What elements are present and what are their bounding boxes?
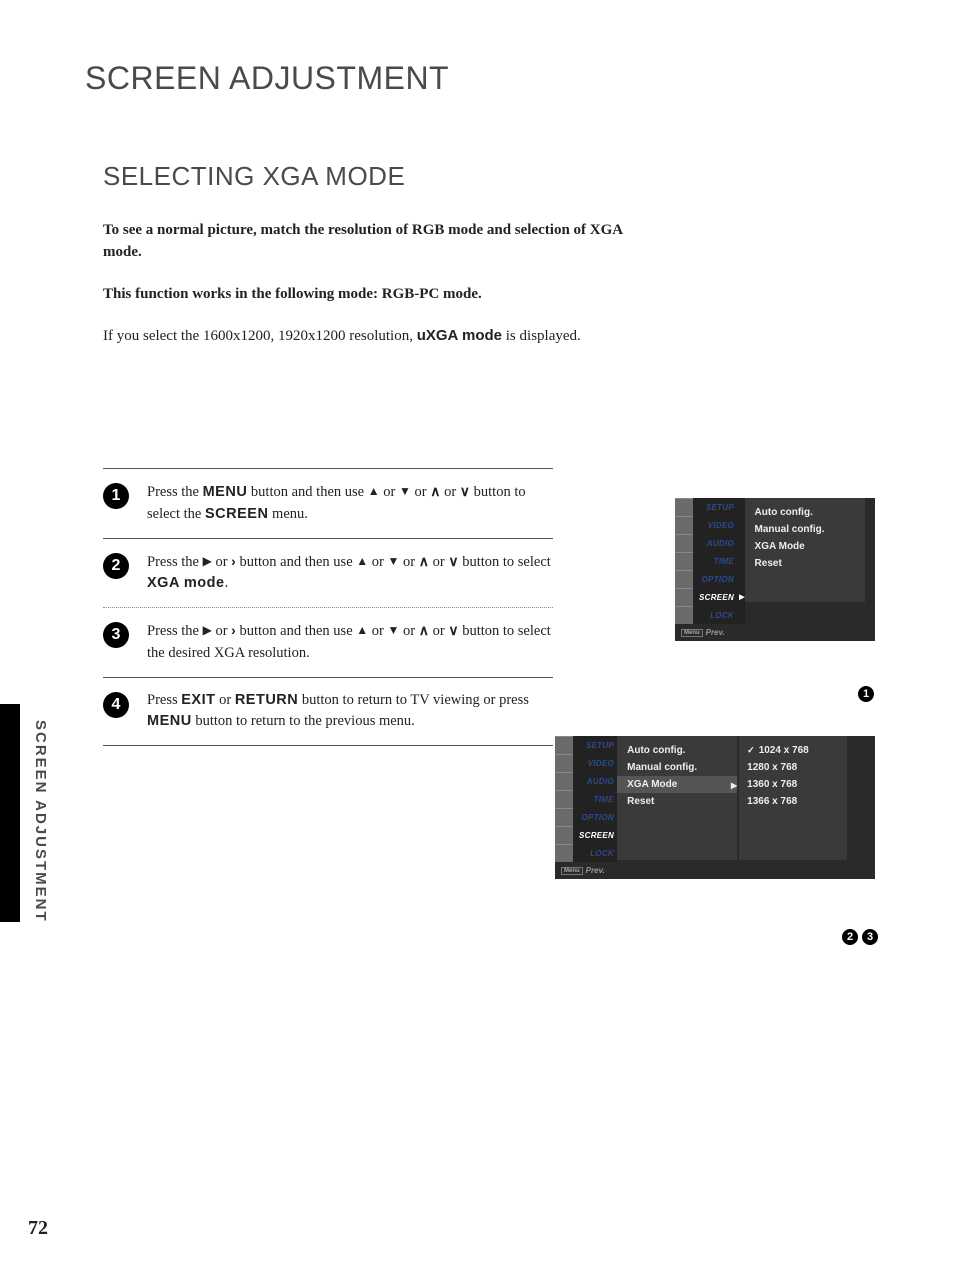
prev-label: Prev.: [586, 866, 605, 875]
intro-p1: To see a normal picture, match the resol…: [103, 220, 623, 264]
chevron-down-icon: ∨: [460, 483, 470, 499]
step-1-number: 1: [103, 483, 129, 509]
osd2-res-1360: 1360 x 768: [747, 776, 837, 793]
side-label: SCREEN ADJUSTMENT: [32, 720, 49, 923]
step-1: 1 Press the MENU button and then use ▲ o…: [103, 469, 553, 539]
osd2-tab-screen: SCREEN: [555, 826, 617, 844]
intro-block: To see a normal picture, match the resol…: [103, 220, 623, 348]
intro-p2: This function works in the following mod…: [103, 284, 623, 306]
osd1-tab-screen: SCREEN▶: [675, 588, 745, 606]
step-4-text: Press EXIT or RETURN button to return to…: [147, 690, 553, 734]
step-2: 2 Press the ▶ or › button and then use ▲…: [103, 539, 553, 609]
osd1-item-xga: XGA Mode: [755, 538, 855, 555]
right-triangle-icon: ▶: [203, 554, 212, 568]
osd2-reference: 23: [842, 927, 882, 945]
osd2-res-1366: 1366 x 768: [747, 793, 837, 810]
chevron-up-icon: ∧: [419, 622, 429, 638]
option-icon: [675, 570, 693, 588]
side-black-tab: [0, 704, 20, 922]
down-triangle-icon: ▼: [388, 623, 400, 637]
video-icon: [555, 754, 573, 772]
page-title: SCREEN ADJUSTMENT: [85, 60, 875, 97]
steps-list: 1 Press the MENU button and then use ▲ o…: [103, 469, 553, 746]
osd1-item-auto: Auto config.: [755, 504, 855, 521]
up-triangle-icon: ▲: [356, 623, 368, 637]
step-2-number: 2: [103, 553, 129, 579]
audio-icon: [675, 534, 693, 552]
osd1-reference: 1: [858, 684, 874, 702]
page-subtitle: SELECTING XGA MODE: [103, 161, 875, 192]
page-number: 72: [28, 1217, 48, 1240]
menu-box-label: Menu: [681, 629, 703, 637]
right-triangle-icon: ▶: [731, 781, 737, 790]
osd1-tab-audio: AUDIO: [675, 534, 745, 552]
prev-label: Prev.: [706, 628, 725, 637]
up-triangle-icon: ▲: [368, 484, 380, 498]
menu-box-label: Menu: [561, 867, 583, 875]
intro-p3b: uXGA mode: [417, 327, 502, 344]
down-triangle-icon: ▼: [399, 484, 411, 498]
osd2-res-1024: ✓1024 x 768: [747, 742, 837, 759]
up-triangle-icon: ▲: [356, 554, 368, 568]
osd2-item-reset: Reset: [627, 793, 727, 810]
page-content: SCREEN ADJUSTMENT SELECTING XGA MODE To …: [85, 60, 875, 746]
osd2-resolution-options: ✓1024 x 768 1280 x 768 1360 x 768 1366 x…: [737, 736, 847, 860]
osd1-tab-video: VIDEO: [675, 516, 745, 534]
video-icon: [675, 516, 693, 534]
intro-p3c: is displayed.: [502, 328, 581, 344]
audio-icon: [555, 772, 573, 790]
lock-icon: [555, 844, 573, 862]
osd1-item-reset: Reset: [755, 555, 855, 572]
chevron-down-icon: ∨: [448, 553, 458, 569]
osd2-tab-option: OPTION: [555, 808, 617, 826]
osd2-tab-setup: SETUP: [555, 736, 617, 754]
osd2-res-1280: 1280 x 768: [747, 759, 837, 776]
intro-p3: If you select the 1600x1200, 1920x1200 r…: [103, 325, 623, 348]
setup-icon: [555, 736, 573, 754]
chevron-down-icon: ∨: [448, 622, 458, 638]
down-triangle-icon: ▼: [388, 554, 400, 568]
option-icon: [555, 808, 573, 826]
screen-icon: [555, 826, 573, 844]
osd1-tab-option: OPTION: [675, 570, 745, 588]
osd2-tab-lock: LOCK: [555, 844, 617, 862]
time-icon: [555, 790, 573, 808]
osd2-prev-bar: MenuPrev.: [555, 862, 875, 879]
osd1-prev-bar: MenuPrev.: [675, 624, 875, 641]
osd2-tab-video: VIDEO: [555, 754, 617, 772]
step-2-text: Press the ▶ or › button and then use ▲ o…: [147, 551, 553, 596]
osd2-tabs: SETUP VIDEO AUDIO TIME OPTION SCREEN LOC…: [555, 736, 617, 862]
chevron-up-icon: ∧: [430, 483, 440, 499]
osd2-submenu: Auto config. Manual config. XGA Mode▶ Re…: [617, 736, 737, 860]
osd1-tabs: SETUP VIDEO AUDIO TIME OPTION SCREEN▶ LO…: [675, 498, 745, 624]
osd1-item-manual: Manual config.: [755, 521, 855, 538]
osd1-tab-time: TIME: [675, 552, 745, 570]
osd2-item-auto: Auto config.: [627, 742, 727, 759]
screen-icon: [675, 588, 693, 606]
setup-icon: [675, 498, 693, 516]
step-1-text: Press the MENU button and then use ▲ or …: [147, 481, 553, 526]
chevron-up-icon: ∧: [419, 553, 429, 569]
osd-panel-2: SETUP VIDEO AUDIO TIME OPTION SCREEN LOC…: [555, 736, 875, 879]
intro-p3a: If you select the 1600x1200, 1920x1200 r…: [103, 328, 417, 344]
step-4: 4 Press EXIT or RETURN button to return …: [103, 678, 553, 747]
osd1-tab-lock: LOCK: [675, 606, 745, 624]
step-3: 3 Press the ▶ or › button and then use ▲…: [103, 608, 553, 678]
time-icon: [675, 552, 693, 570]
right-triangle-icon: ▶: [203, 623, 212, 637]
lock-icon: [675, 606, 693, 624]
step-3-number: 3: [103, 622, 129, 648]
osd2-tab-time: TIME: [555, 790, 617, 808]
osd1-submenu: Auto config. Manual config. XGA Mode Res…: [745, 498, 865, 602]
osd1-tab-setup: SETUP: [675, 498, 745, 516]
osd2-tab-audio: AUDIO: [555, 772, 617, 790]
step-4-number: 4: [103, 692, 129, 718]
step-3-text: Press the ▶ or › button and then use ▲ o…: [147, 620, 553, 665]
osd2-item-manual: Manual config.: [627, 759, 727, 776]
osd-panel-1: SETUP VIDEO AUDIO TIME OPTION SCREEN▶ LO…: [675, 498, 875, 641]
osd2-item-xga: XGA Mode▶: [617, 776, 737, 793]
check-icon: ✓: [747, 745, 755, 755]
